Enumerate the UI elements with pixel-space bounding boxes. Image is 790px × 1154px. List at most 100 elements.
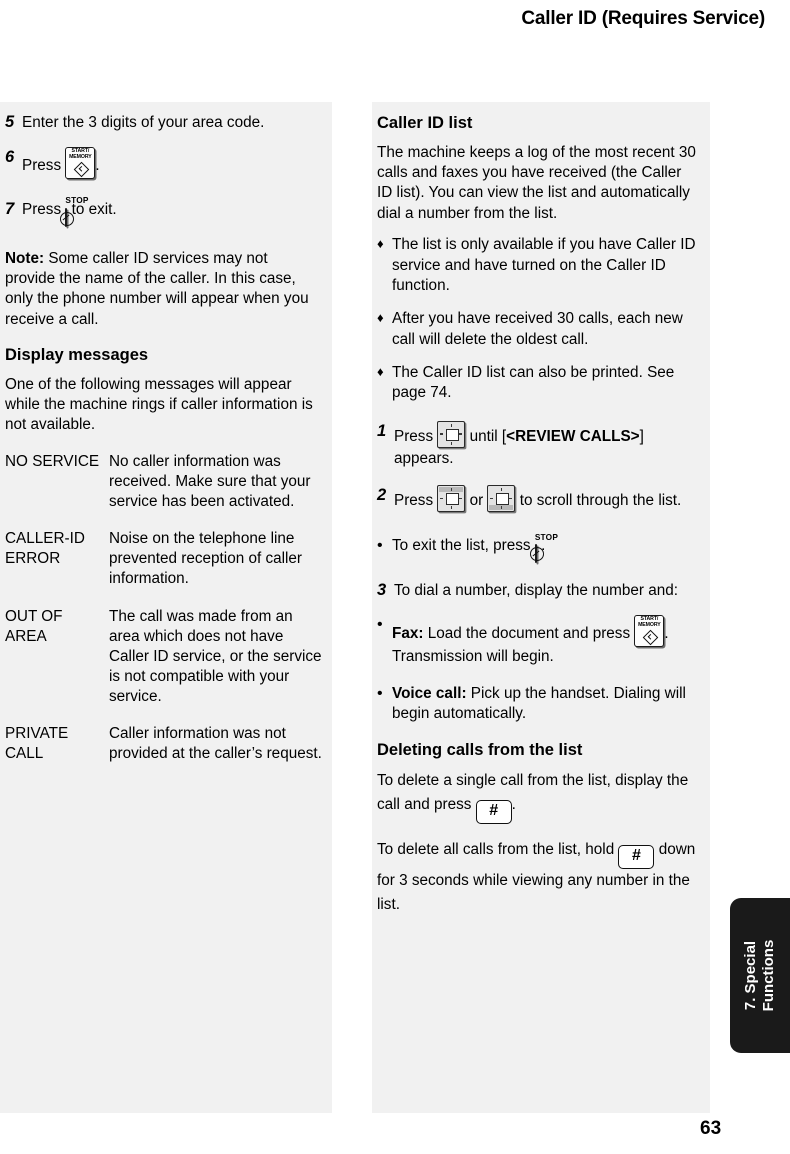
press-label: Press bbox=[22, 157, 62, 175]
start-memory-key-label: START/MEMORY bbox=[638, 616, 661, 629]
stop-key-icon[interactable] bbox=[60, 208, 75, 228]
dpad-tick-up bbox=[450, 423, 452, 427]
dpad-tick-up bbox=[450, 487, 452, 491]
delete-single-paragraph: To delete a single call from the list, d… bbox=[377, 769, 698, 824]
note-paragraph: Note: Some caller ID services may not pr… bbox=[5, 249, 322, 330]
after-key-text: to scroll through the list. bbox=[519, 491, 682, 509]
dot-bullet-icon: • bbox=[377, 536, 383, 554]
step-number: 5 bbox=[5, 113, 15, 131]
dpad-tick-down bbox=[450, 441, 452, 445]
diamond-bullet-icon: ♦ bbox=[377, 363, 384, 379]
dpad-tick-down bbox=[500, 505, 503, 509]
delete-all-paragraph: To delete all calls from the list, hold … bbox=[377, 838, 698, 916]
chapter-tab-label: 7. Special Functions bbox=[742, 939, 777, 1012]
step-text: To dial a number, display the number and… bbox=[394, 582, 679, 600]
message-description: Caller information was not provided at t… bbox=[109, 725, 322, 763]
table-row: PRIVATE CALL Caller information was not … bbox=[5, 724, 322, 782]
table-row: CALLER-ID ERROR Noise on the telephone l… bbox=[5, 529, 322, 607]
stop-circle-glyph bbox=[529, 547, 544, 562]
step-text: Press until [<REVIEW CALLS>] appears. bbox=[394, 420, 698, 469]
dpad-key-icon[interactable] bbox=[437, 420, 466, 448]
note-text: Some caller ID services may not provide … bbox=[5, 249, 309, 328]
dpad-tick-down bbox=[450, 505, 452, 509]
message-code: CALLER-ID ERROR bbox=[5, 530, 85, 568]
bullet-text: Fax: Load the document and press START/M… bbox=[392, 615, 698, 667]
step-7: 7 Press STOP to exit. bbox=[5, 195, 322, 228]
bullet-text: To exit the list, press STOP . bbox=[392, 532, 698, 564]
table-row: NO SERVICE No caller information was rec… bbox=[5, 452, 322, 530]
start-memory-key-label: START/MEMORY bbox=[69, 148, 92, 161]
step-3: 3 To dial a number, display the number a… bbox=[377, 580, 698, 601]
dpad-tick-left bbox=[440, 497, 444, 499]
bullet-text: Voice call: Pick up the handset. Dialing… bbox=[392, 684, 698, 725]
dpad-tick-up bbox=[500, 487, 503, 491]
exit-list-bullet: • To exit the list, press STOP . bbox=[377, 532, 698, 564]
step-text: Press START/MEMORY . bbox=[22, 147, 322, 180]
trailing-punctuation: . bbox=[95, 157, 100, 175]
press-label: Press bbox=[394, 427, 434, 445]
hash-key-icon[interactable]: # bbox=[618, 845, 655, 869]
start-memory-key-icon[interactable]: START/MEMORY bbox=[65, 147, 96, 180]
start-memory-key-icon[interactable]: START/MEMORY bbox=[634, 615, 665, 648]
stop-key-wrapper[interactable]: STOP bbox=[529, 532, 558, 564]
dpad-up-key-icon[interactable] bbox=[437, 484, 466, 512]
dpad-tick-right bbox=[509, 497, 513, 499]
list-item: ♦ After you have received 30 calls, each… bbox=[377, 309, 698, 350]
step-text: Press STOP to exit. bbox=[22, 195, 322, 228]
after-key-text: until [ bbox=[469, 427, 507, 445]
display-messages-table: NO SERVICE No caller information was rec… bbox=[5, 452, 322, 782]
display-messages-intro: One of the following messages will appea… bbox=[5, 375, 313, 434]
press-label: Press bbox=[394, 491, 434, 509]
dpad-center bbox=[445, 429, 459, 442]
fax-bullet: • Fax: Load the document and press START… bbox=[377, 615, 698, 667]
page-number: 63 bbox=[700, 1118, 722, 1139]
dpad-tick-left bbox=[490, 497, 494, 499]
dot-bullet-icon: • bbox=[377, 684, 383, 702]
stop-circle-glyph bbox=[60, 211, 75, 226]
caller-id-list-intro: The machine keeps a log of the most rece… bbox=[377, 143, 696, 222]
display-token: <REVIEW CALLS> bbox=[506, 427, 640, 445]
hash-key-icon[interactable]: # bbox=[475, 800, 512, 824]
stop-key-wrapper[interactable]: STOP bbox=[60, 195, 88, 228]
left-content-panel: 5 Enter the 3 digits of your area code. … bbox=[0, 102, 332, 1113]
dpad-down-key-icon[interactable] bbox=[487, 484, 516, 512]
trailing-punctuation: . bbox=[511, 796, 516, 813]
step-text: Press or to scroll through the list. bbox=[394, 484, 698, 512]
step-5: 5 Enter the 3 digits of your area code. bbox=[5, 112, 322, 133]
dpad-tick-right bbox=[459, 497, 463, 499]
step-1: 1 Press until [<REVIEW CALLS>] appears. bbox=[377, 420, 698, 469]
step-number: 2 bbox=[377, 485, 387, 504]
message-code: OUT OF AREA bbox=[5, 608, 63, 645]
message-description: Noise on the telephone line prevented re… bbox=[109, 530, 303, 588]
message-code: PRIVATE CALL bbox=[5, 725, 69, 763]
step-number: 1 bbox=[377, 421, 387, 440]
delete-single-text: To delete a single call from the list, d… bbox=[377, 772, 689, 813]
dpad-center bbox=[445, 493, 459, 506]
step-text: Enter the 3 digits of your area code. bbox=[22, 114, 265, 131]
dpad-tick-left bbox=[440, 433, 444, 435]
list-item: ♦ The Caller ID list can also be printed… bbox=[377, 363, 698, 404]
table-row: OUT OF AREA The call was made from an ar… bbox=[5, 607, 322, 724]
stop-key-caption: STOP bbox=[65, 195, 89, 206]
stop-key-icon[interactable] bbox=[529, 543, 544, 563]
step-number: 7 bbox=[5, 200, 15, 219]
display-messages-heading: Display messages bbox=[5, 345, 149, 364]
right-content-panel: Caller ID list The machine keeps a log o… bbox=[372, 102, 710, 1113]
note-label: Note: bbox=[5, 249, 45, 267]
bullet-text: The Caller ID list can also be printed. … bbox=[392, 363, 675, 402]
diamond-glyph bbox=[73, 162, 90, 178]
diamond-bullet-icon: ♦ bbox=[377, 310, 384, 326]
caller-id-list-heading: Caller ID list bbox=[377, 114, 473, 132]
chapter-tab: 7. Special Functions bbox=[730, 898, 790, 1053]
message-description: No caller information was received. Make… bbox=[109, 452, 311, 510]
fax-instruction-text: Load the document and press bbox=[423, 625, 631, 643]
press-label: Press bbox=[22, 201, 62, 219]
bullet-text: The list is only available if you have C… bbox=[392, 236, 696, 294]
page-title: Caller ID (Requires Service) bbox=[521, 8, 765, 29]
step-2: 2 Press or to scroll through the list. bbox=[377, 484, 698, 512]
list-item: ♦ The list is only available if you have… bbox=[377, 235, 698, 296]
fax-label: Fax: bbox=[392, 625, 424, 643]
diamond-bullet-icon: ♦ bbox=[377, 236, 384, 252]
diamond-glyph bbox=[642, 630, 659, 646]
dpad-tick-right bbox=[459, 433, 463, 435]
